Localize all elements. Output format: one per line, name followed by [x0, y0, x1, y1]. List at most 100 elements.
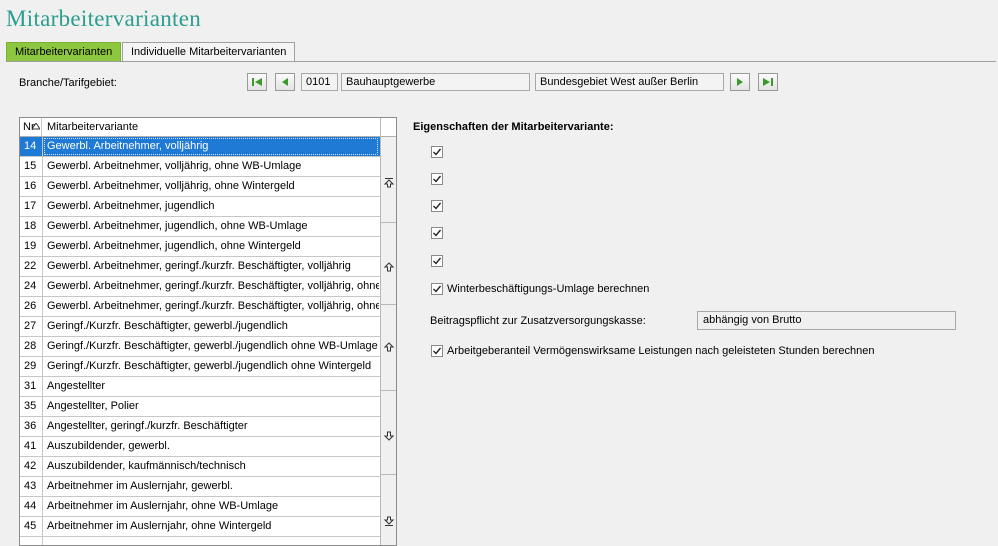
grid-vertical-scrollbar[interactable]	[380, 118, 396, 545]
mitarbeitervarianten-grid: Nr Mitarbeitervariante 14 Gewerbl. Arbeit…	[19, 117, 397, 546]
cell-mitarbeitervariante: Auszubildender, kaufmännisch/technisch	[47, 460, 246, 472]
table-row[interactable]: 14 Gewerbl. Arbeitnehmer, volljährig	[20, 137, 380, 157]
cell-mitarbeitervariante: Angestellter	[47, 380, 106, 392]
cell-nr: 31	[20, 377, 43, 396]
property-checkbox-6[interactable]	[431, 283, 443, 295]
cell-nr: 27	[20, 317, 43, 336]
page-title: Mitarbeitervarianten	[6, 6, 202, 31]
cell-mitarbeitervariante: Geringf./Kurzfr. Beschäftigter, gewerbl.…	[47, 340, 378, 352]
cell-mitarbeitervariante: Gewerbl. Arbeitnehmer, geringf./kurzfr. …	[47, 260, 351, 272]
table-row[interactable]: 18 Gewerbl. Arbeitnehmer, jugendlich, ohn…	[20, 217, 380, 237]
property-checkbox-1[interactable]	[431, 146, 443, 158]
cell-nr: 35	[20, 397, 43, 416]
cell-nr: 44	[20, 497, 43, 516]
next-icon	[737, 78, 743, 86]
cell-nr: 29	[20, 357, 43, 376]
checkmark-icon	[433, 202, 441, 210]
last-record-button[interactable]	[758, 73, 778, 91]
table-row[interactable]: 26 Gewerbl. Arbeitnehmer, geringf./kurzfr…	[20, 297, 380, 317]
scroll-down-button[interactable]	[381, 428, 396, 444]
property-checkbox-4[interactable]	[431, 227, 443, 239]
cell-mitarbeitervariante: Angestellter, Polier	[47, 400, 139, 412]
property-checkbox-3[interactable]	[431, 200, 443, 212]
tarifgebiet-field[interactable]: Bundesgebiet West außer Berlin	[535, 73, 724, 91]
branche-field[interactable]: Bauhauptgewerbe	[341, 73, 530, 91]
double-arrow-down-icon	[384, 516, 394, 526]
next-record-button[interactable]	[730, 73, 750, 91]
previous-record-button[interactable]	[275, 73, 295, 91]
cell-nr: 19	[20, 237, 43, 256]
table-row[interactable]: 29 Geringf./Kurzfr. Beschäftigter, gewerb…	[20, 357, 380, 377]
table-row[interactable]	[20, 537, 380, 545]
column-header-mitarbeitervariante[interactable]: Mitarbeitervariante	[43, 118, 138, 136]
checkmark-icon	[433, 347, 441, 355]
grid-rows: 14 Gewerbl. Arbeitnehmer, volljährig 15 Gew…	[20, 137, 380, 545]
scroll-to-top-button[interactable]	[381, 174, 396, 190]
tab-bar: Mitarbeitervarianten Individuelle Mitarb…	[6, 42, 996, 62]
tab-individuelle-mitarbeitervarianten[interactable]: Individuelle Mitarbeitervarianten	[122, 42, 296, 61]
table-row[interactable]: 43 Arbeitnehmer im Auslernjahr, gewerbl.	[20, 477, 380, 497]
tab-mitarbeitervarianten[interactable]: Mitarbeitervarianten	[6, 42, 122, 61]
cell-mitarbeitervariante: Angestellter, geringf./kurzfr. Beschäfti…	[47, 420, 248, 432]
cell-nr: 26	[20, 297, 43, 316]
table-row[interactable]: 31 Angestellter	[20, 377, 380, 397]
table-row[interactable]: 35 Angestellter, Polier	[20, 397, 380, 417]
table-row[interactable]: 45 Arbeitnehmer im Auslernjahr, ohne Wint…	[20, 517, 380, 537]
table-row[interactable]: 15 Gewerbl. Arbeitnehmer, volljährig, ohn…	[20, 157, 380, 177]
scroll-to-bottom-button[interactable]	[381, 513, 396, 529]
table-row[interactable]: 24 Gewerbl. Arbeitnehmer, geringf./kurzfr…	[20, 277, 380, 297]
zusatzversorgung-label: Beitragspflicht zur Zusatzversorgungskas…	[430, 315, 646, 327]
table-row[interactable]: 41 Auszubildender, gewerbl.	[20, 437, 380, 457]
cell-nr: 36	[20, 417, 43, 436]
cell-nr	[20, 537, 43, 545]
last-icon	[763, 78, 773, 86]
cell-mitarbeitervariante: Gewerbl. Arbeitnehmer, geringf./kurzfr. …	[47, 280, 379, 292]
table-row[interactable]: 17 Gewerbl. Arbeitnehmer, jugendlich	[20, 197, 380, 217]
grid-header: Nr Mitarbeitervariante	[20, 118, 380, 137]
property-checkbox-5[interactable]	[431, 255, 443, 267]
page-up-button[interactable]	[381, 259, 396, 275]
cell-nr: 42	[20, 457, 43, 476]
cell-mitarbeitervariante: Auszubildender, gewerbl.	[47, 440, 170, 452]
cell-mitarbeitervariante: Gewerbl. Arbeitnehmer, jugendlich	[47, 200, 215, 212]
cell-nr: 22	[20, 257, 43, 276]
cell-mitarbeitervariante: Gewerbl. Arbeitnehmer, volljährig, ohne …	[47, 160, 302, 172]
properties-heading: Eigenschaften der Mitarbeitervariante:	[413, 121, 614, 133]
checkmark-icon	[433, 148, 441, 156]
cell-mitarbeitervariante: Gewerbl. Arbeitnehmer, jugendlich, ohne …	[47, 220, 308, 232]
cell-mitarbeitervariante: Arbeitnehmer im Auslernjahr, ohne Winter…	[47, 520, 272, 532]
cell-nr: 18	[20, 217, 43, 236]
property-checkbox-2[interactable]	[431, 173, 443, 185]
table-row[interactable]: 27 Geringf./Kurzfr. Beschäftigter, gewerb…	[20, 317, 380, 337]
first-record-button[interactable]	[247, 73, 267, 91]
checkmark-icon	[433, 257, 441, 265]
sort-ascending-icon	[32, 123, 40, 130]
arrow-down-icon	[384, 431, 394, 441]
cell-mitarbeitervariante: Gewerbl. Arbeitnehmer, geringf./kurzfr. …	[47, 300, 379, 312]
cell-mitarbeitervariante: Gewerbl. Arbeitnehmer, jugendlich, ohne …	[47, 240, 301, 252]
scroll-up-button[interactable]	[381, 339, 396, 355]
cell-nr: 17	[20, 197, 43, 216]
checkmark-icon	[433, 285, 441, 293]
table-row[interactable]: 44 Arbeitnehmer im Auslernjahr, ohne WB-U…	[20, 497, 380, 517]
checkmark-icon	[433, 175, 441, 183]
property-checkbox-label: Winterbeschäftigungs-Umlage berechnen	[447, 283, 650, 295]
scrollbar-header-cell	[381, 118, 396, 137]
table-row[interactable]: 36 Angestellter, geringf./kurzfr. Beschäf…	[20, 417, 380, 437]
tab-label: Mitarbeitervarianten	[15, 46, 113, 58]
vl-checkbox[interactable]	[431, 345, 443, 357]
zusatzversorgung-field[interactable]: abhängig von Brutto	[697, 311, 956, 330]
cell-mitarbeitervariante: Gewerbl. Arbeitnehmer, volljährig, ohne …	[47, 180, 295, 192]
table-row[interactable]: 19 Gewerbl. Arbeitnehmer, jugendlich, ohn…	[20, 237, 380, 257]
branche-label: Branche/Tarifgebiet:	[19, 77, 117, 89]
table-row[interactable]: 22 Gewerbl. Arbeitnehmer, geringf./kurzfr…	[20, 257, 380, 277]
table-row[interactable]: 28 Geringf./Kurzfr. Beschäftigter, gewerb…	[20, 337, 380, 357]
table-row[interactable]: 42 Auszubildender, kaufmännisch/technisch	[20, 457, 380, 477]
table-row[interactable]: 16 Gewerbl. Arbeitnehmer, volljährig, ohn…	[20, 177, 380, 197]
cell-nr: 16	[20, 177, 43, 196]
tarif-code-field[interactable]: 0101	[301, 73, 338, 91]
column-header-nr[interactable]: Nr	[20, 118, 42, 136]
first-icon	[252, 78, 262, 86]
cell-mitarbeitervariante: Gewerbl. Arbeitnehmer, volljährig	[43, 137, 379, 156]
cell-mitarbeitervariante	[43, 537, 379, 545]
